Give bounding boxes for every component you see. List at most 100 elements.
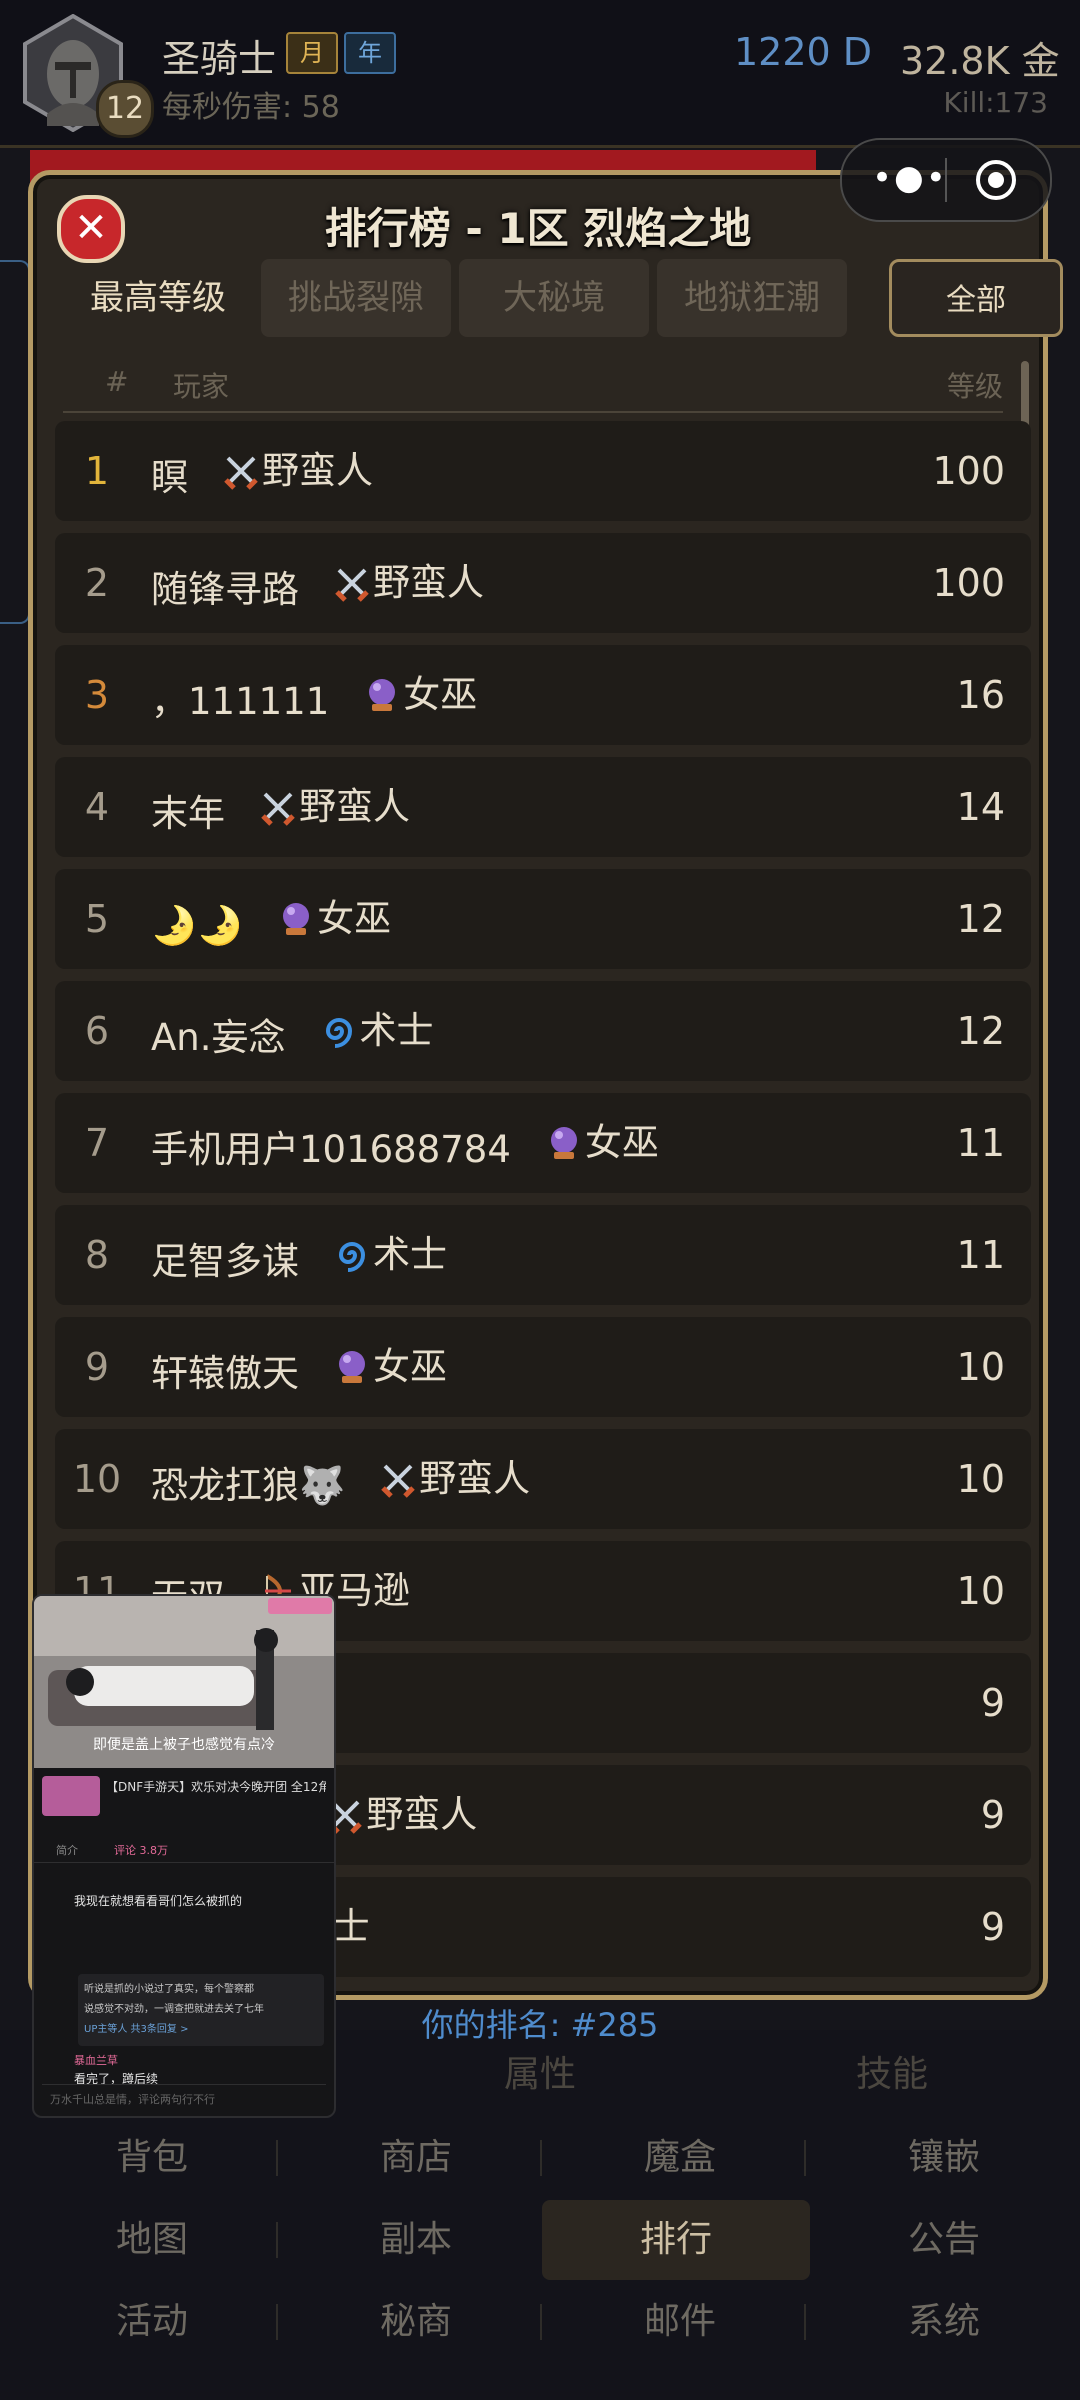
row-rank: 8 bbox=[84, 1233, 110, 1277]
leaderboard-row[interactable]: 8 足智多谋 术士 11 bbox=[55, 1205, 1031, 1305]
column-level: 等级 bbox=[946, 370, 1003, 403]
player-class: 女巫 bbox=[545, 1093, 659, 1193]
floating-video-window[interactable]: 即便是盖上被子也感觉有点冷 【DNF手游天】欢乐对决今晚开团 全12角色... … bbox=[32, 1594, 336, 2118]
row-level: 100 bbox=[932, 449, 1005, 493]
witch-crystal-ball-icon bbox=[339, 1351, 365, 1383]
video-title: 【DNF手游天】欢乐对决今晚开团 全12角色... bbox=[106, 1780, 326, 1794]
menu-mail[interactable]: 邮件 bbox=[552, 2282, 808, 2362]
tab-greater-rift[interactable]: 大秘境 bbox=[459, 259, 649, 337]
leaderboard-row[interactable]: 2 随锋寻路 野蛮人 100 bbox=[55, 533, 1031, 633]
player-class-label: 女巫 bbox=[373, 1345, 447, 1388]
capsule-divider bbox=[945, 158, 947, 202]
leaderboard-row[interactable]: 1 瞑 野蛮人 100 bbox=[55, 421, 1031, 521]
row-player: 随锋寻路 野蛮人 bbox=[151, 533, 484, 633]
leaderboard-row[interactable]: 5 🌛🌛 女巫 12 bbox=[55, 869, 1031, 969]
comment-text: 我现在就想看看哥们怎么被抓的 bbox=[74, 1894, 243, 1908]
menu-system[interactable]: 系统 bbox=[816, 2282, 1072, 2362]
menu-secret-merchant[interactable]: 秘商 bbox=[288, 2282, 544, 2362]
player-name: 轩辕傲天 bbox=[151, 1352, 299, 1395]
menu-row-2: 地图 副本 排行 公告 bbox=[24, 2200, 1056, 2280]
leaderboard-row[interactable]: 9 轩辕傲天 女巫 10 bbox=[55, 1317, 1031, 1417]
leaderboard-row[interactable]: 7 手机用户101688784 女巫 11 bbox=[55, 1093, 1031, 1193]
tab-hell-tide[interactable]: 地狱狂潮 bbox=[657, 259, 847, 337]
row-player: 瞑 野蛮人 bbox=[151, 421, 373, 521]
leaderboard-row[interactable]: 10 恐龙扛狼🐺 野蛮人 10 bbox=[55, 1429, 1031, 1529]
leaderboard-row[interactable]: 4 末年 野蛮人 14 bbox=[55, 757, 1031, 857]
player-class: 野蛮人 bbox=[259, 757, 410, 857]
menu-row-1: 背包 商店 魔盒 镶嵌 bbox=[24, 2118, 1056, 2198]
top-status-bar: 12 圣骑士 月 年 每秒伤害: 58 1220 D 32.8K 金 Kill:… bbox=[0, 0, 1080, 148]
warlock-swirl-icon bbox=[338, 1242, 366, 1272]
tab-highest-level[interactable]: 最高等级 bbox=[63, 259, 253, 337]
player-name: An.妄念 bbox=[151, 1016, 286, 1059]
player-class: 野蛮人 bbox=[379, 1429, 530, 1529]
menu-shop[interactable]: 商店 bbox=[288, 2118, 544, 2198]
diamond-count: 1220 D bbox=[734, 30, 873, 74]
player-name: 足智多谋 bbox=[151, 1240, 299, 1283]
yearly-card-badge[interactable]: 年 bbox=[344, 32, 396, 74]
tab-comments[interactable]: 评论 3.8万 bbox=[114, 1842, 168, 1858]
menu-magic-box[interactable]: 魔盒 bbox=[552, 2118, 808, 2198]
row-player: 恐龙扛狼🐺 野蛮人 bbox=[151, 1429, 530, 1529]
monthly-card-badge[interactable]: 月 bbox=[286, 32, 338, 74]
player-class: 野蛮人 bbox=[326, 1765, 477, 1865]
player-class: 女巫 bbox=[333, 1317, 447, 1417]
video-thumbnail[interactable] bbox=[42, 1776, 100, 1816]
player-class-label: 野蛮人 bbox=[366, 1793, 478, 1836]
player-name: ，111111 bbox=[151, 680, 330, 723]
menu-skills[interactable]: 技能 bbox=[716, 2040, 1068, 2110]
row-level: 10 bbox=[956, 1457, 1005, 1501]
row-player: ，111111 女巫 bbox=[151, 645, 477, 745]
row-rank: 2 bbox=[84, 561, 110, 605]
row-level: 100 bbox=[932, 561, 1005, 605]
player-name: 恐龙扛狼🐺 bbox=[151, 1464, 346, 1507]
comment-input[interactable]: 万水千山总是情，评论两句行不行 bbox=[42, 2084, 326, 2111]
menu-bag[interactable]: 背包 bbox=[24, 2118, 280, 2198]
more-dots-icon[interactable]: •●• bbox=[872, 158, 946, 202]
witch-crystal-ball-icon bbox=[283, 903, 310, 935]
player-class-label: 女巫 bbox=[584, 1121, 659, 1164]
comment-replies[interactable]: 听说是抓的小说过了真实，每个警察都 说感觉不对劲，一调查把就进去关了七年 UP主… bbox=[78, 1974, 324, 2046]
list-header: # 玩家 等级 bbox=[63, 361, 1003, 413]
menu-divider bbox=[540, 2140, 542, 2176]
target-circle-icon[interactable] bbox=[974, 158, 1018, 202]
player-class: 术士 bbox=[333, 1205, 447, 1305]
row-level: 9 bbox=[980, 1905, 1005, 1949]
menu-inlay[interactable]: 镶嵌 bbox=[816, 2118, 1072, 2198]
barbarian-swords-icon bbox=[224, 456, 258, 490]
video-tabs: 简介 评论 3.8万 bbox=[34, 1840, 334, 1863]
gold-count: 32.8K 金 bbox=[900, 39, 1060, 83]
menu-events[interactable]: 活动 bbox=[24, 2282, 280, 2362]
menu-map[interactable]: 地图 bbox=[24, 2200, 280, 2280]
menu-divider bbox=[276, 2304, 278, 2340]
miniprogram-capsule: •●• bbox=[840, 138, 1052, 222]
hero-name: 圣骑士 bbox=[162, 37, 277, 81]
menu-ranking[interactable]: 排行 bbox=[542, 2200, 810, 2280]
menu-divider bbox=[804, 2140, 806, 2176]
filter-all-button[interactable]: 全部 bbox=[889, 259, 1063, 337]
player-class-label: 野蛮人 bbox=[373, 561, 484, 604]
menu-announcement[interactable]: 公告 bbox=[816, 2200, 1072, 2280]
player-class-label: 野蛮人 bbox=[262, 449, 373, 492]
leaderboard-row[interactable]: 6 An.妄念 术士 12 bbox=[55, 981, 1031, 1081]
barbarian-swords-icon bbox=[381, 1464, 415, 1498]
menu-attributes[interactable]: 属性 bbox=[364, 2040, 716, 2110]
row-rank: 5 bbox=[84, 897, 110, 941]
player-class: 女巫 bbox=[363, 645, 477, 745]
menu-dungeon[interactable]: 副本 bbox=[288, 2200, 544, 2280]
tab-intro[interactable]: 简介 bbox=[56, 1842, 78, 1858]
menu-divider bbox=[276, 2222, 278, 2258]
commenter-name[interactable]: 暴血兰草 bbox=[74, 2052, 118, 2068]
reply-line: 听说是抓的小说过了真实，每个警察都 bbox=[84, 1984, 254, 1995]
player-class-label: 女巫 bbox=[317, 897, 392, 940]
barbarian-swords-icon bbox=[261, 792, 295, 826]
comment-input-placeholder: 万水千山总是情，评论两句行不行 bbox=[50, 2093, 215, 2106]
player-name: 🌛🌛 bbox=[151, 904, 244, 947]
player-name: 手机用户101688784 bbox=[151, 1128, 511, 1171]
dps-label: 每秒伤害: 58 bbox=[162, 90, 340, 125]
player-class-label: 术士 bbox=[373, 1233, 447, 1276]
tab-challenge-rift[interactable]: 挑战裂隙 bbox=[261, 259, 451, 337]
reply-line: 说感觉不对劲，一调查把就进去关了七年 bbox=[84, 2004, 264, 2015]
reply-more-link[interactable]: UP主等人 共3条回复 > bbox=[84, 2020, 188, 2035]
leaderboard-row[interactable]: 3 ，111111 女巫 16 bbox=[55, 645, 1031, 745]
